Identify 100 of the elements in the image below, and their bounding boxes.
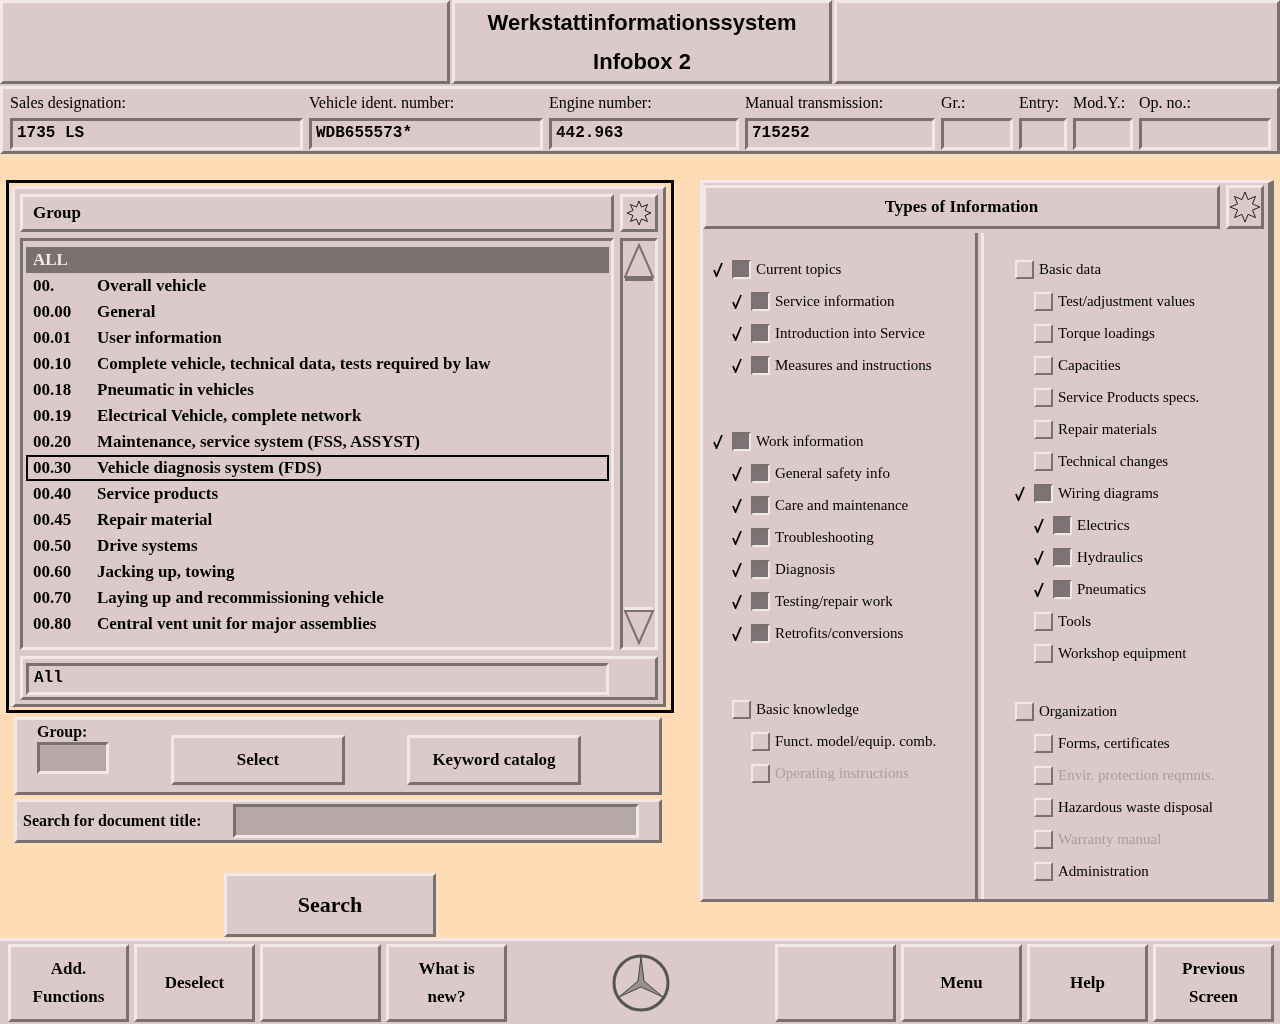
field-label: Sales designation:	[10, 94, 127, 114]
star-button[interactable]	[620, 194, 658, 232]
checkbox[interactable]	[732, 431, 751, 451]
group-input-field[interactable]	[37, 742, 109, 774]
filter-field[interactable]: All	[26, 663, 609, 695]
input-field[interactable]: 442.963	[549, 118, 739, 150]
checkbox-label: Workshop equipment	[1058, 644, 1187, 662]
group-list-item[interactable]: 00.80 Central vent unit for major assemblies	[26, 611, 609, 637]
footer-button[interactable]: Help	[1027, 943, 1148, 1022]
group-list-item[interactable]: 00.19 Electrical Vehicle, complete network	[26, 403, 609, 429]
field-label: Manual transmission:	[745, 94, 885, 113]
checkbox-label: Funct. model/equip. comb.	[775, 732, 937, 750]
checkbox[interactable]	[751, 559, 770, 579]
checkbox-label: Electrics	[1077, 516, 1130, 534]
group-list-item[interactable]: 00. Overall vehicle	[26, 273, 609, 299]
checkbox-label: Retrofits/conversions	[775, 624, 904, 642]
panel-title: Types of Information	[703, 185, 1220, 229]
checkbox-label: Test/adjustment values	[1058, 292, 1195, 310]
footer-button[interactable]: Add. Functions	[8, 943, 129, 1022]
footer-button[interactable]: Deselect	[134, 943, 255, 1022]
group-list-item[interactable]: 00.40 Service products	[26, 481, 609, 507]
input-field[interactable]	[1019, 118, 1067, 150]
checkbox-label: Basic data	[1039, 260, 1102, 278]
input-field[interactable]	[1073, 118, 1133, 150]
checkbox-label: Repair materials	[1058, 420, 1157, 438]
scroll-up-button[interactable]	[623, 243, 655, 283]
scroll-down-button[interactable]	[623, 605, 655, 645]
field-label: Entry:	[1019, 94, 1060, 114]
checkbox-label: Care and maintenance	[775, 496, 909, 514]
checkbox[interactable]	[1034, 483, 1053, 503]
checkbox[interactable]	[751, 591, 770, 611]
group-list-item[interactable]: ALL	[26, 247, 609, 273]
checkbox-label: Introduction into Service	[775, 324, 925, 342]
checkbox-label: Technical changes	[1058, 452, 1169, 470]
checkbox-label: Service information	[775, 292, 895, 310]
search-button[interactable]: Search	[224, 873, 436, 937]
input-field[interactable]: 715252	[745, 118, 935, 150]
star-button[interactable]	[1226, 185, 1264, 229]
field-label: Op. no.:	[1139, 94, 1192, 114]
group-list-item[interactable]: 00.20 Maintenance, service system (FSS, ASSYST)	[26, 429, 609, 455]
checkbox-label: Administration	[1058, 862, 1149, 880]
title-search-field[interactable]	[233, 804, 639, 838]
field-label: Vehicle ident. number:	[309, 94, 456, 113]
field-label: Engine number:	[549, 94, 653, 114]
checkbox-label: Measures and instructions	[775, 356, 932, 374]
checkbox-label: Organization	[1039, 702, 1118, 720]
input-field[interactable]: 1735 LS	[10, 118, 303, 150]
checkbox-label: Troubleshooting	[775, 528, 874, 546]
app-subtitle: Infobox 2	[593, 48, 691, 75]
checkbox-label: Forms, certificates	[1058, 734, 1170, 752]
checkbox-label: Hazardous waste disposal	[1058, 798, 1213, 816]
group-list-item[interactable]: 00.30 Vehicle diagnosis system (FDS)	[26, 455, 609, 481]
footer-button[interactable]: What is new?	[386, 943, 507, 1022]
checkbox-label: Current topics	[756, 260, 842, 278]
footer-button[interactable]: Previous Screen	[1153, 943, 1274, 1022]
action-button[interactable]: Keyword catalog	[407, 735, 581, 785]
group-list-item[interactable]: 00.00 General	[26, 299, 609, 325]
checkbox-label: Hydraulics	[1077, 548, 1143, 566]
checkbox-label: Torque loadings	[1058, 324, 1155, 342]
checkbox[interactable]	[751, 623, 770, 643]
checkbox-label: Basic knowledge	[756, 700, 859, 718]
group-label: Group:	[37, 723, 89, 741]
group-list-item[interactable]: 00.18 Pneumatic in vehicles	[26, 377, 609, 403]
action-button[interactable]: Select	[171, 735, 345, 785]
checkbox[interactable]	[751, 495, 770, 515]
three-pointed-star-logo	[611, 952, 671, 1013]
field-label: Mod.Y.:	[1073, 94, 1127, 113]
input-field[interactable]: WDB655573*	[309, 118, 543, 150]
group-list-item[interactable]: 00.01 User information	[26, 325, 609, 351]
checkbox[interactable]	[751, 323, 770, 343]
group-list-item[interactable]: 00.45 Repair material	[26, 507, 609, 533]
search-title-label: Search for document title:	[23, 812, 202, 830]
footer-button[interactable]: Menu	[901, 943, 1022, 1022]
group-list-item[interactable]: 00.50 Drive systems	[26, 533, 609, 559]
checkbox[interactable]	[1053, 579, 1072, 599]
checkbox-label: Service Products specs.	[1058, 388, 1200, 406]
checkbox[interactable]	[1053, 515, 1072, 535]
checkbox[interactable]	[1053, 547, 1072, 567]
checkbox[interactable]	[732, 259, 751, 279]
input-field[interactable]	[1139, 118, 1271, 150]
field-label: Gr.:	[941, 94, 967, 113]
input-field[interactable]	[941, 118, 1013, 150]
checkbox-label: Testing/repair work	[775, 592, 893, 610]
checkbox-label: Capacities	[1058, 356, 1121, 374]
list-header: Group	[20, 194, 614, 232]
group-list-item[interactable]: 00.70 Laying up and recommissioning vehicle	[26, 585, 609, 611]
checkbox-label: Work information	[756, 432, 864, 450]
checkbox[interactable]	[751, 527, 770, 547]
checkbox-label: Tools	[1058, 612, 1092, 630]
checkbox[interactable]	[751, 463, 770, 483]
checkbox-label: Diagnosis	[775, 560, 835, 578]
star-icon	[1229, 191, 1261, 223]
checkbox-label: Pneumatics	[1077, 580, 1147, 598]
checkbox-label: General safety info	[775, 464, 890, 482]
group-list-item[interactable]: 00.10 Complete vehicle, technical data, tests required by law	[26, 351, 609, 377]
checkbox[interactable]	[751, 355, 770, 375]
checkbox[interactable]	[751, 291, 770, 311]
star-icon	[626, 200, 652, 226]
group-list-item[interactable]: 00.60 Jacking up, towing	[26, 559, 609, 585]
scrollbar[interactable]	[620, 238, 658, 650]
